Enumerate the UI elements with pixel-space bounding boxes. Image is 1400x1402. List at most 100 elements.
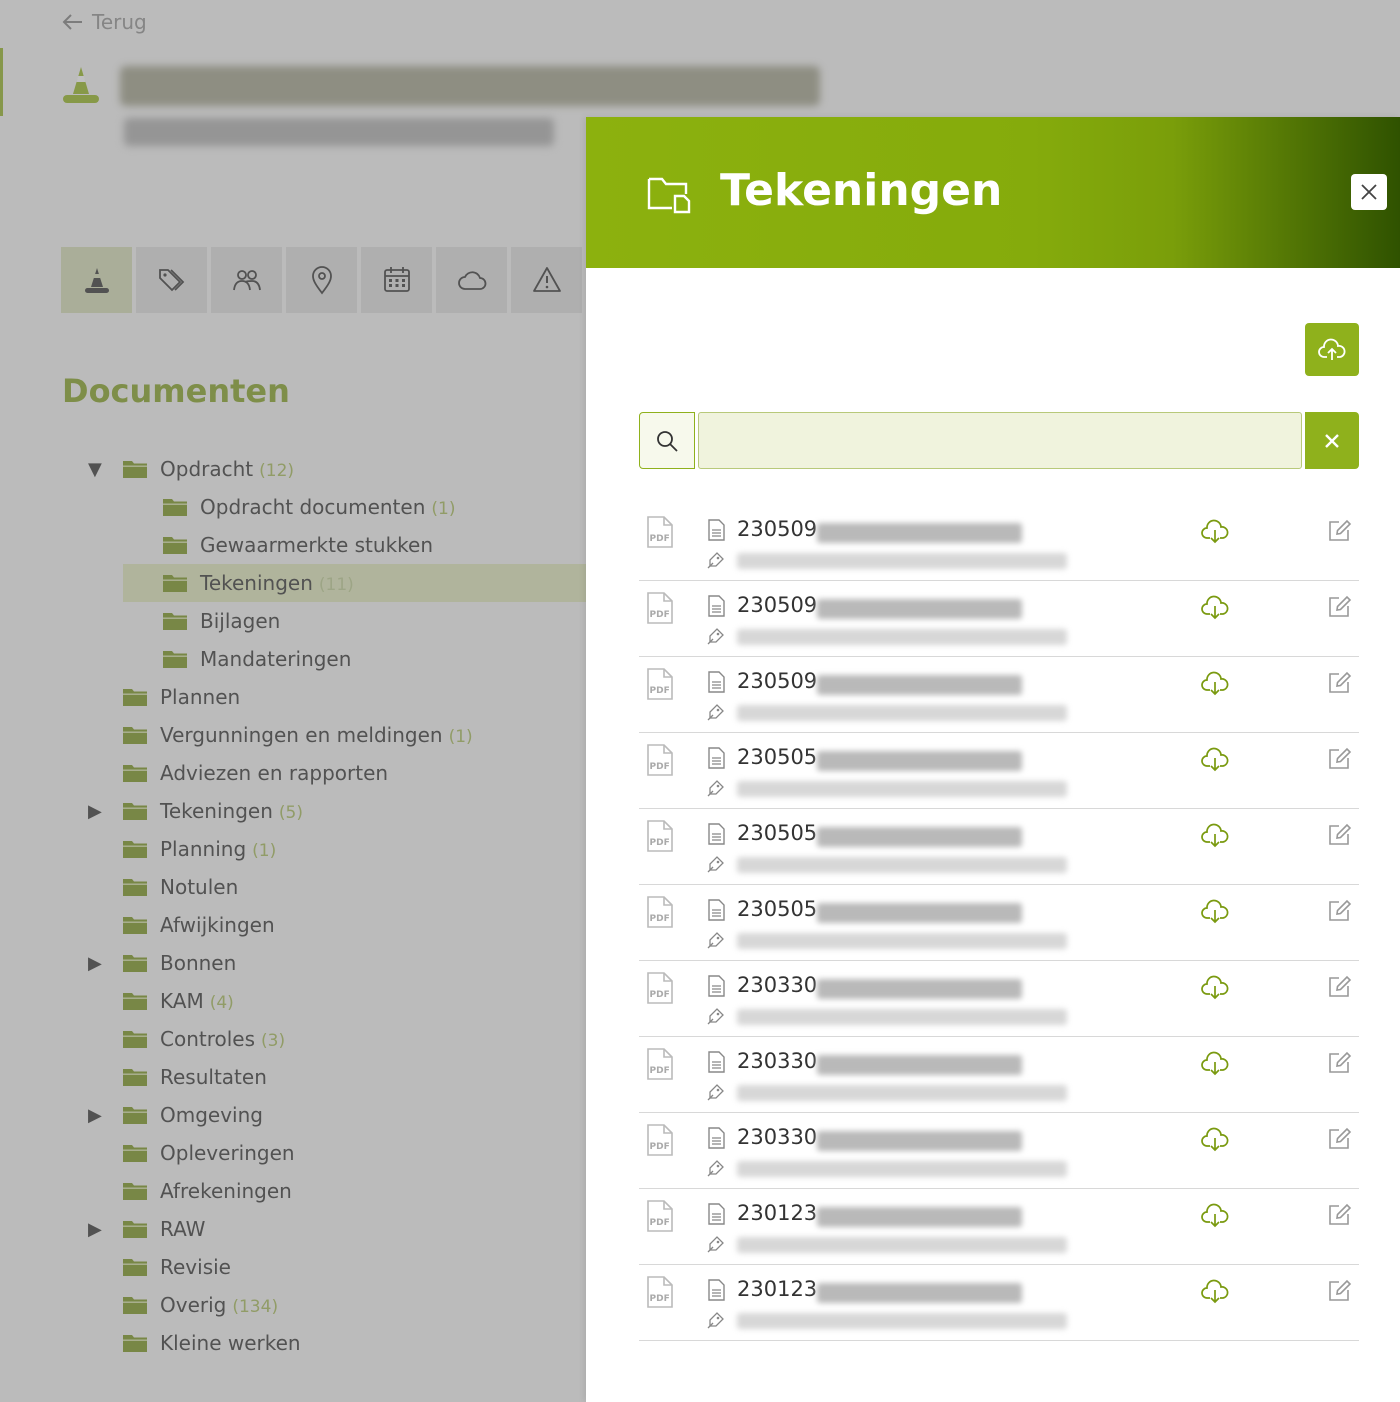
panel-title: Tekeningen bbox=[720, 165, 1003, 216]
file-meta-redacted bbox=[737, 1085, 1067, 1101]
document-icon bbox=[708, 1203, 725, 1225]
file-row[interactable]: PDF 230505 bbox=[639, 885, 1359, 961]
document-icon bbox=[708, 899, 725, 921]
search-input[interactable] bbox=[698, 412, 1302, 469]
panel-header: Tekeningen bbox=[586, 117, 1400, 268]
file-row[interactable]: PDF 230330 bbox=[639, 961, 1359, 1037]
svg-text:PDF: PDF bbox=[650, 610, 670, 620]
edit-icon[interactable] bbox=[1326, 517, 1352, 543]
cloud-download-icon[interactable] bbox=[1200, 1127, 1230, 1153]
edit-icon[interactable] bbox=[1326, 593, 1352, 619]
document-icon bbox=[708, 747, 725, 769]
edit-icon[interactable] bbox=[1326, 1277, 1352, 1303]
file-name-redacted bbox=[817, 979, 1022, 999]
cloud-download-icon[interactable] bbox=[1200, 823, 1230, 849]
file-number: 230123 bbox=[737, 1201, 818, 1225]
pdf-file-icon: PDF bbox=[647, 972, 673, 1004]
file-row[interactable]: PDF 230330 bbox=[639, 1113, 1359, 1189]
document-icon bbox=[708, 975, 725, 997]
tag-icon bbox=[707, 932, 724, 949]
svg-text:PDF: PDF bbox=[650, 914, 670, 924]
file-meta-redacted bbox=[737, 933, 1067, 949]
pdf-file-icon: PDF bbox=[647, 668, 673, 700]
cloud-download-icon[interactable] bbox=[1200, 1051, 1230, 1077]
cloud-upload-icon bbox=[1318, 338, 1346, 360]
cloud-download-icon[interactable] bbox=[1200, 975, 1230, 1001]
file-name-redacted bbox=[817, 1131, 1022, 1151]
cloud-download-icon[interactable] bbox=[1200, 899, 1230, 925]
file-name-redacted bbox=[817, 675, 1022, 695]
pdf-file-icon: PDF bbox=[647, 1048, 673, 1080]
pdf-file-icon: PDF bbox=[647, 896, 673, 928]
svg-text:PDF: PDF bbox=[650, 1066, 670, 1076]
file-number: 230505 bbox=[737, 897, 818, 921]
svg-text:PDF: PDF bbox=[650, 686, 670, 696]
file-row[interactable]: PDF 230509 bbox=[639, 581, 1359, 657]
edit-icon[interactable] bbox=[1326, 745, 1352, 771]
close-icon bbox=[1361, 184, 1377, 200]
file-row[interactable]: PDF 230123 bbox=[639, 1265, 1359, 1341]
close-icon bbox=[1325, 433, 1339, 448]
edit-icon[interactable] bbox=[1326, 669, 1352, 695]
tag-icon bbox=[707, 1236, 724, 1253]
file-name-redacted bbox=[817, 1283, 1022, 1303]
file-number: 230509 bbox=[737, 669, 818, 693]
file-row[interactable]: PDF 230505 bbox=[639, 809, 1359, 885]
tag-icon bbox=[707, 704, 724, 721]
tag-icon bbox=[707, 780, 724, 797]
file-row[interactable]: PDF 230330 bbox=[639, 1037, 1359, 1113]
svg-text:PDF: PDF bbox=[650, 1294, 670, 1304]
edit-icon[interactable] bbox=[1326, 821, 1352, 847]
file-number: 230330 bbox=[737, 1049, 818, 1073]
document-icon bbox=[708, 1279, 725, 1301]
cloud-download-icon[interactable] bbox=[1200, 595, 1230, 621]
file-name-redacted bbox=[817, 827, 1022, 847]
cloud-download-icon[interactable] bbox=[1200, 519, 1230, 545]
edit-icon[interactable] bbox=[1326, 1125, 1352, 1151]
tag-icon bbox=[707, 856, 724, 873]
file-meta-redacted bbox=[737, 1009, 1067, 1025]
upload-button[interactable] bbox=[1305, 323, 1359, 376]
file-row[interactable]: PDF 230509 bbox=[639, 505, 1359, 581]
pdf-file-icon: PDF bbox=[647, 1200, 673, 1232]
file-list: PDF 230509 PDF 230509 PDF 230509 PDF 230505 PDF 2… bbox=[639, 505, 1359, 1341]
file-meta-redacted bbox=[737, 1161, 1067, 1177]
clear-search-button[interactable] bbox=[1305, 412, 1359, 469]
svg-text:PDF: PDF bbox=[650, 1142, 670, 1152]
pdf-file-icon: PDF bbox=[647, 1276, 673, 1308]
file-meta-redacted bbox=[737, 857, 1067, 873]
edit-icon[interactable] bbox=[1326, 1201, 1352, 1227]
file-meta-redacted bbox=[737, 553, 1067, 569]
cloud-download-icon[interactable] bbox=[1200, 1279, 1230, 1305]
edit-icon[interactable] bbox=[1326, 1049, 1352, 1075]
cloud-download-icon[interactable] bbox=[1200, 671, 1230, 697]
file-row[interactable]: PDF 230123 bbox=[639, 1189, 1359, 1265]
file-number: 230330 bbox=[737, 973, 818, 997]
document-icon bbox=[708, 519, 725, 541]
tag-icon bbox=[707, 552, 724, 569]
file-row[interactable]: PDF 230505 bbox=[639, 733, 1359, 809]
tag-icon bbox=[707, 1160, 724, 1177]
file-name-redacted bbox=[817, 523, 1022, 543]
document-icon bbox=[708, 1127, 725, 1149]
pdf-file-icon: PDF bbox=[647, 820, 673, 852]
cloud-download-icon[interactable] bbox=[1200, 1203, 1230, 1229]
edit-icon[interactable] bbox=[1326, 897, 1352, 923]
document-icon bbox=[708, 671, 725, 693]
pdf-file-icon: PDF bbox=[647, 592, 673, 624]
search-icon bbox=[657, 430, 678, 452]
svg-text:PDF: PDF bbox=[650, 990, 670, 1000]
file-name-redacted bbox=[817, 599, 1022, 619]
file-number: 230509 bbox=[737, 517, 818, 541]
file-number: 230505 bbox=[737, 745, 818, 769]
close-panel-button[interactable] bbox=[1351, 174, 1387, 210]
tag-icon bbox=[707, 1084, 724, 1101]
edit-icon[interactable] bbox=[1326, 973, 1352, 999]
svg-text:PDF: PDF bbox=[650, 762, 670, 772]
file-meta-redacted bbox=[737, 1313, 1067, 1329]
file-number: 230330 bbox=[737, 1125, 818, 1149]
search-icon-box bbox=[639, 412, 695, 469]
file-row[interactable]: PDF 230509 bbox=[639, 657, 1359, 733]
cloud-download-icon[interactable] bbox=[1200, 747, 1230, 773]
file-name-redacted bbox=[817, 903, 1022, 923]
